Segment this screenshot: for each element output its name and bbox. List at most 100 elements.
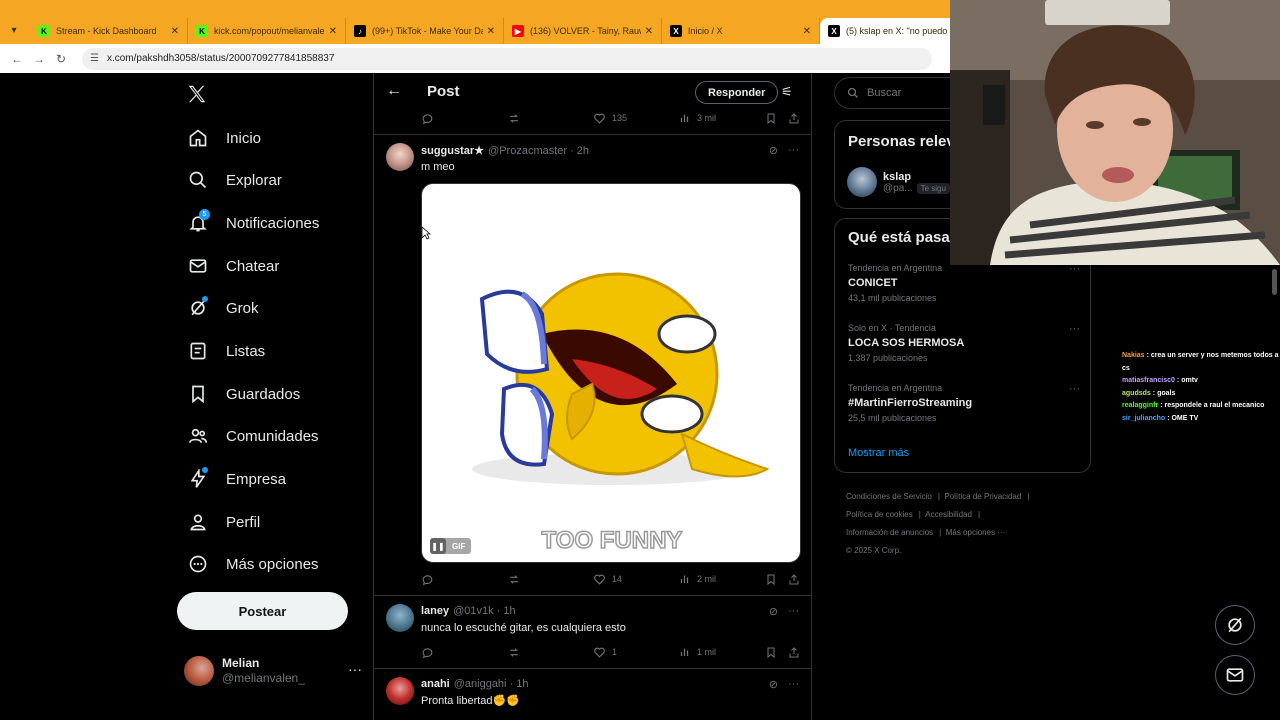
close-tab-icon[interactable]: ✕ — [645, 26, 653, 37]
person-suggestion[interactable]: kslap @pa... Te sigu — [847, 167, 950, 197]
footer-link-terms[interactable]: Condiciones de Servicio — [846, 492, 932, 501]
browser-tab-active[interactable]: X (5) kslap en X: "no puedo cree — [820, 18, 960, 44]
close-tab-icon[interactable]: ✕ — [803, 26, 811, 37]
gif-media[interactable]: TOO FUNNY ❚❚ GIF — [421, 183, 801, 563]
timestamp[interactable]: · 2h — [570, 145, 589, 157]
grok-icon[interactable]: ⊘ — [769, 144, 778, 157]
tab-search-button[interactable]: ▾ — [4, 20, 24, 40]
chat-message: realagginfr: respondele a raul el mecani… — [1122, 400, 1280, 413]
bookmark-icon[interactable] — [765, 646, 783, 659]
author-handle[interactable]: @Prozacmaster — [488, 145, 567, 157]
avatar[interactable] — [386, 604, 414, 632]
nav-item-comunidades[interactable]: Comunidades — [186, 416, 319, 456]
post-button[interactable]: Postear — [177, 592, 348, 630]
nav-item-empresa[interactable]: Empresa — [186, 459, 286, 499]
grok-icon[interactable]: ⊘ — [769, 605, 778, 618]
share-icon[interactable] — [788, 112, 806, 125]
views-button[interactable]: 3 mil — [679, 112, 716, 124]
share-icon[interactable] — [788, 646, 806, 659]
site-info-icon[interactable]: ☰ — [90, 53, 99, 64]
reply-icon[interactable] — [421, 112, 440, 125]
more-dots-icon[interactable]: ··· — [788, 144, 799, 157]
browser-tab[interactable]: X Inicio / X ✕ — [662, 18, 820, 44]
share-icon[interactable] — [788, 573, 806, 586]
grok-floating-button[interactable] — [1215, 605, 1255, 645]
close-tab-icon[interactable]: ✕ — [329, 26, 337, 37]
grok-icon[interactable]: ⊘ — [769, 678, 778, 691]
reply-icon[interactable] — [421, 573, 440, 586]
like-button[interactable]: 1 — [593, 646, 617, 659]
repost-icon[interactable] — [507, 112, 527, 125]
nav-item-grok[interactable]: Grok — [186, 288, 259, 328]
browser-tab[interactable]: K Stream - Kick Dashboard ✕ — [30, 18, 188, 44]
nav-item-notificaciones[interactable]: 5 Notificaciones — [186, 203, 319, 243]
back-arrow-icon[interactable]: ← — [386, 82, 402, 100]
nav-item-guardados[interactable]: Guardados — [186, 374, 300, 414]
nav-item-inicio[interactable]: Inicio — [186, 118, 261, 158]
timestamp[interactable]: · 1h — [497, 605, 516, 617]
footer-link-ads[interactable]: Información de anuncios — [846, 528, 933, 537]
messages-floating-button[interactable] — [1215, 655, 1255, 695]
footer-link-privacy[interactable]: Política de Privacidad — [944, 492, 1021, 501]
footer-link-cookies[interactable]: Política de cookies — [846, 510, 913, 519]
like-button[interactable]: 135 — [593, 112, 627, 125]
show-more-link[interactable]: Mostrar más — [848, 447, 909, 459]
trend-item[interactable]: Solo en X · Tendencia LOCA SOS HERMOSA 1… — [848, 323, 1080, 363]
account-switcher[interactable]: Melian @melianvalen_ ··· — [184, 653, 364, 689]
filter-sliders-icon[interactable]: ⚟ — [781, 84, 793, 100]
reload-icon[interactable]: ↻ — [50, 52, 72, 66]
browser-tab[interactable]: ▶ (136) VOLVER - Tainy, Rauw Ale ✕ — [504, 18, 662, 44]
heart-icon — [594, 574, 605, 585]
trend-item[interactable]: Tendencia en Argentina #MartinFierroStre… — [848, 383, 1080, 423]
back-arrow-icon[interactable]: ← — [6, 52, 28, 66]
close-tab-icon[interactable]: ✕ — [487, 26, 495, 37]
repost-icon[interactable] — [507, 646, 527, 659]
footer-link-more[interactable]: Más opciones ··· — [946, 528, 1006, 537]
nav-item-explorar[interactable]: Explorar — [186, 160, 282, 200]
footer-link-accessibility[interactable]: Accesibilidad — [925, 510, 972, 519]
more-dots-icon[interactable]: ··· — [348, 661, 362, 677]
avatar[interactable] — [386, 143, 414, 171]
nav-item-chatear[interactable]: Chatear — [186, 246, 279, 286]
nav-item-mas-opciones[interactable]: Más opciones — [186, 544, 319, 584]
browser-tab[interactable]: ♪ (99+) TikTok - Make Your Day ✕ — [346, 18, 504, 44]
nav-item-perfil[interactable]: Perfil — [186, 502, 260, 542]
more-dots-icon[interactable]: ··· — [788, 678, 799, 691]
x-logo-icon[interactable] — [186, 83, 208, 112]
nav-item-listas[interactable]: Listas — [186, 331, 265, 371]
avatar[interactable] — [386, 677, 414, 705]
avatar[interactable] — [847, 167, 877, 197]
reply-button[interactable]: Responder — [695, 81, 779, 104]
stream-chat: Nakias: crea un server y nos metemos tod… — [1122, 350, 1280, 425]
author-handle[interactable]: @01v1k — [453, 605, 494, 617]
repost-icon[interactable] — [507, 573, 527, 586]
browser-tab[interactable]: Kkick.com/popout/melianvalen/c ✕ — [188, 18, 346, 44]
author-name[interactable]: suggustar★ — [421, 144, 484, 157]
nav-label: Inicio — [226, 129, 262, 147]
author-name[interactable]: anahi — [421, 678, 450, 690]
forward-arrow-icon[interactable]: → — [28, 52, 50, 66]
person-name[interactable]: kslap — [883, 171, 950, 183]
more-dots-icon[interactable]: ··· — [1069, 383, 1080, 395]
scrollbar-thumb[interactable] — [1272, 269, 1277, 295]
chat-text: : goals — [1152, 389, 1176, 397]
trend-name: #MartinFierroStreaming — [848, 397, 973, 409]
author-handle[interactable]: @aniggahi — [454, 678, 507, 690]
like-button[interactable]: 14 — [593, 573, 622, 586]
reply-icon[interactable] — [421, 646, 440, 659]
views-button[interactable]: 2 mil — [679, 573, 716, 585]
timestamp[interactable]: · 1h — [510, 678, 529, 690]
tab-title: (5) kslap en X: "no puedo cree — [846, 26, 951, 36]
bookmark-icon[interactable] — [765, 573, 783, 586]
author-name[interactable]: laney — [421, 605, 449, 617]
bookmark-icon[interactable] — [765, 112, 783, 125]
more-dots-icon[interactable]: ··· — [1069, 323, 1080, 335]
trend-item[interactable]: Tendencia en Argentina CONICET 43,1 mil … — [848, 263, 1080, 303]
url-field[interactable]: ☰ x.com/pakshdh3058/status/2000709277841… — [82, 47, 932, 70]
views-button[interactable]: 1 mil — [679, 646, 716, 658]
more-dots-icon[interactable]: ··· — [788, 605, 799, 618]
close-tab-icon[interactable]: ✕ — [171, 26, 179, 37]
pause-icon[interactable]: ❚❚ — [430, 538, 446, 554]
gif-controls[interactable]: ❚❚ GIF — [430, 538, 472, 554]
page-scrollbar[interactable] — [1270, 265, 1278, 720]
